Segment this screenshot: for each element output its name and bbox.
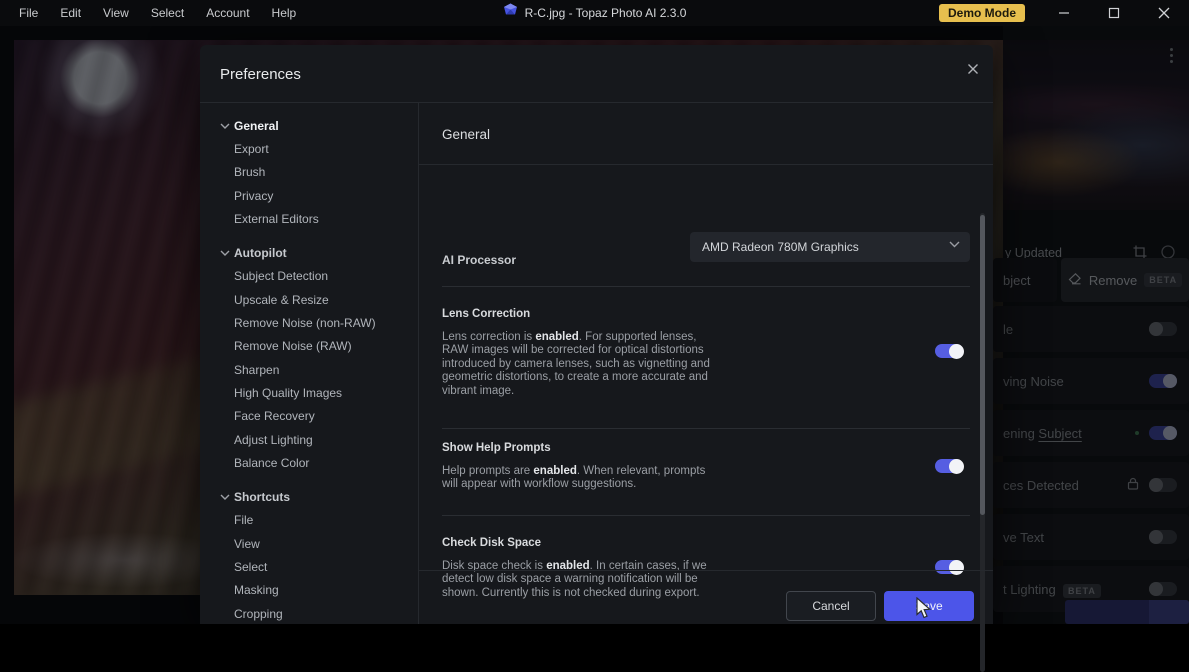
chevron-down-icon — [220, 494, 232, 500]
preferences-content: General AI Processor AMD Radeon 780M Gra… — [419, 103, 993, 624]
sidebar-item-export[interactable]: Export — [200, 137, 418, 160]
preferences-dialog: Preferences General Export Brush Privacy… — [200, 45, 993, 624]
preferences-sidebar: General Export Brush Privacy External Ed… — [200, 103, 419, 624]
disk-space-desc: Disk space check is enabled. In certain … — [442, 560, 718, 600]
minimize-button[interactable] — [1039, 0, 1089, 26]
sidebar-item-shortcuts-file[interactable]: File — [200, 509, 418, 532]
sidebar-item-shortcuts-view[interactable]: View — [200, 532, 418, 555]
menu-view[interactable]: View — [92, 0, 140, 26]
title-bar: File Edit View Select Account Help R-C.j… — [0, 0, 1189, 26]
menu-select[interactable]: Select — [140, 0, 195, 26]
sidebar-group-general[interactable]: General — [200, 114, 418, 137]
app-window: File Edit View Select Account Help R-C.j… — [0, 0, 1189, 624]
dialog-header: Preferences — [200, 45, 993, 103]
chevron-down-icon — [949, 241, 960, 248]
sidebar-item-adjust-lighting[interactable]: Adjust Lighting — [200, 428, 418, 451]
disk-space-toggle[interactable] — [935, 560, 963, 574]
cancel-button[interactable]: Cancel — [786, 591, 876, 621]
menu-account[interactable]: Account — [195, 0, 260, 26]
sidebar-item-shortcuts-select[interactable]: Select — [200, 555, 418, 578]
close-window-button[interactable] — [1139, 0, 1189, 26]
sidebar-item-shortcuts-cropping[interactable]: Cropping — [200, 602, 418, 625]
content-heading: General — [442, 127, 490, 142]
sidebar-item-sharpen[interactable]: Sharpen — [200, 358, 418, 381]
help-prompts-desc: Help prompts are enabled. When relevant,… — [442, 465, 718, 492]
lens-correction-desc: Lens correction is enabled. For supporte… — [442, 331, 718, 398]
sidebar-item-brush[interactable]: Brush — [200, 161, 418, 184]
ai-processor-label: AI Processor — [442, 253, 516, 267]
lens-correction-title: Lens Correction — [442, 308, 530, 320]
save-button[interactable]: Save — [884, 591, 974, 621]
sidebar-item-balance-color[interactable]: Balance Color — [200, 451, 418, 474]
help-prompts-toggle[interactable] — [935, 459, 963, 473]
help-prompts-title: Show Help Prompts — [442, 442, 551, 454]
ai-processor-value: AMD Radeon 780M Graphics — [702, 240, 859, 254]
sidebar-item-privacy[interactable]: Privacy — [200, 184, 418, 207]
content-scrollbar[interactable] — [980, 213, 985, 672]
demo-mode-badge: Demo Mode — [939, 4, 1025, 22]
sidebar-item-remove-noise-nonraw[interactable]: Remove Noise (non-RAW) — [200, 311, 418, 334]
lens-correction-toggle[interactable] — [935, 344, 963, 358]
sidebar-group-shortcuts[interactable]: Shortcuts — [200, 485, 418, 508]
menu-edit[interactable]: Edit — [49, 0, 92, 26]
menu-bar: File Edit View Select Account Help — [0, 0, 307, 26]
dialog-title: Preferences — [220, 66, 301, 83]
menu-help[interactable]: Help — [261, 0, 308, 26]
sidebar-item-face-recovery[interactable]: Face Recovery — [200, 405, 418, 428]
sidebar-item-upscale-resize[interactable]: Upscale & Resize — [200, 288, 418, 311]
sidebar-item-shortcuts-masking[interactable]: Masking — [200, 579, 418, 602]
menu-file[interactable]: File — [8, 0, 49, 26]
chevron-down-icon — [220, 123, 232, 129]
ai-processor-dropdown[interactable]: AMD Radeon 780M Graphics — [690, 232, 970, 262]
close-icon[interactable] — [961, 57, 985, 81]
window-title: R-C.jpg - Topaz Photo AI 2.3.0 — [525, 6, 687, 20]
disk-space-title: Check Disk Space — [442, 537, 541, 549]
topaz-logo-icon — [503, 3, 518, 23]
sidebar-item-subject-detection[interactable]: Subject Detection — [200, 265, 418, 288]
chevron-down-icon — [220, 250, 232, 256]
sidebar-item-high-quality-images[interactable]: High Quality Images — [200, 381, 418, 404]
maximize-button[interactable] — [1089, 0, 1139, 26]
sidebar-item-external-editors[interactable]: External Editors — [200, 207, 418, 230]
sidebar-item-remove-noise-raw[interactable]: Remove Noise (RAW) — [200, 335, 418, 358]
sidebar-group-autopilot[interactable]: Autopilot — [200, 241, 418, 264]
